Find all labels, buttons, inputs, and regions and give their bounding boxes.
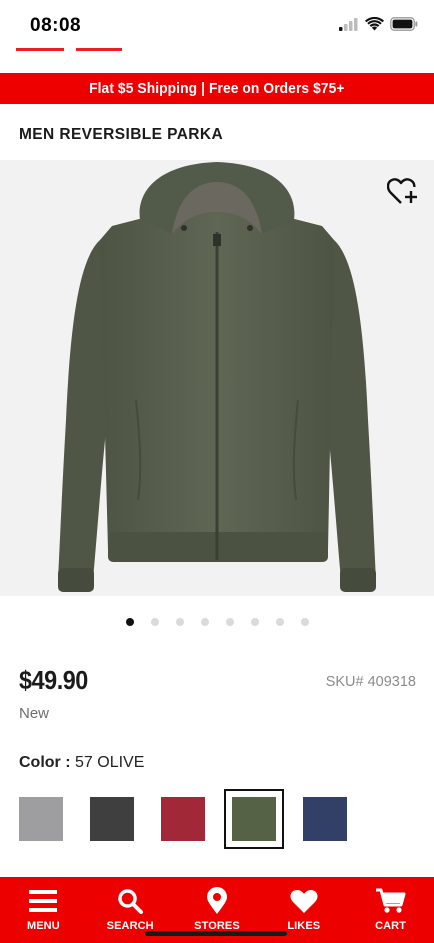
color-swatch-olive[interactable] [224,789,284,849]
image-pagination-dots[interactable] [0,618,434,626]
color-swatch-gray[interactable] [19,797,63,841]
product-image [58,162,376,592]
nav-cart[interactable]: CART [351,887,431,932]
add-to-wishlist-button[interactable] [386,175,420,209]
header-tab-indicator [16,48,64,51]
product-condition: New [19,705,50,722]
nav-label: CART [375,920,407,932]
product-title: MEN REVERSIBLE PARKA [19,126,224,143]
product-image-carousel[interactable] [0,160,434,596]
search-icon [118,889,144,914]
selected-color-name: 57 OLIVE [75,754,145,771]
status-bar: 08:08 [0,0,434,51]
home-indicator[interactable] [145,931,287,936]
product-sku: SKU# 409318 [325,674,416,690]
color-swatch-dark-gray[interactable] [90,797,134,841]
color-label: Color : 57 OLIVE [19,754,144,772]
color-label-text: Color : [19,754,71,771]
nav-search[interactable]: SEARCH [90,887,170,932]
nav-menu[interactable]: MENU [3,887,83,932]
wifi-icon [365,17,384,31]
status-time: 08:08 [30,15,82,36]
location-pin-icon [206,887,227,914]
nav-label: LIKES [287,920,321,932]
heart-plus-icon [387,178,417,204]
cart-icon [375,888,406,913]
pagination-dot[interactable] [150,618,159,626]
nav-label: MENU [26,920,60,932]
color-swatches [0,789,434,849]
status-icons [339,17,418,31]
nav-stores[interactable]: STORES [177,887,257,932]
pagination-dot[interactable] [225,618,234,626]
heart-icon [290,889,318,913]
pagination-dot[interactable] [250,618,259,626]
menu-icon [29,890,58,912]
color-swatch-red[interactable] [161,797,205,841]
pagination-dot[interactable] [300,618,309,626]
header-tab-indicator [76,48,122,51]
pagination-dot[interactable] [200,618,209,626]
pagination-dot[interactable] [125,618,134,626]
nav-likes[interactable]: LIKES [264,887,344,932]
promo-text: Flat $5 Shipping | Free on Orders $75+ [89,80,345,97]
color-swatch-navy[interactable] [303,797,347,841]
pagination-dot[interactable] [175,618,184,626]
product-price: $49.90 [19,665,88,695]
pagination-dot[interactable] [275,618,284,626]
battery-icon [390,17,418,31]
cellular-signal-icon [339,17,358,31]
shipping-promo-banner[interactable]: Flat $5 Shipping | Free on Orders $75+ [0,73,434,104]
